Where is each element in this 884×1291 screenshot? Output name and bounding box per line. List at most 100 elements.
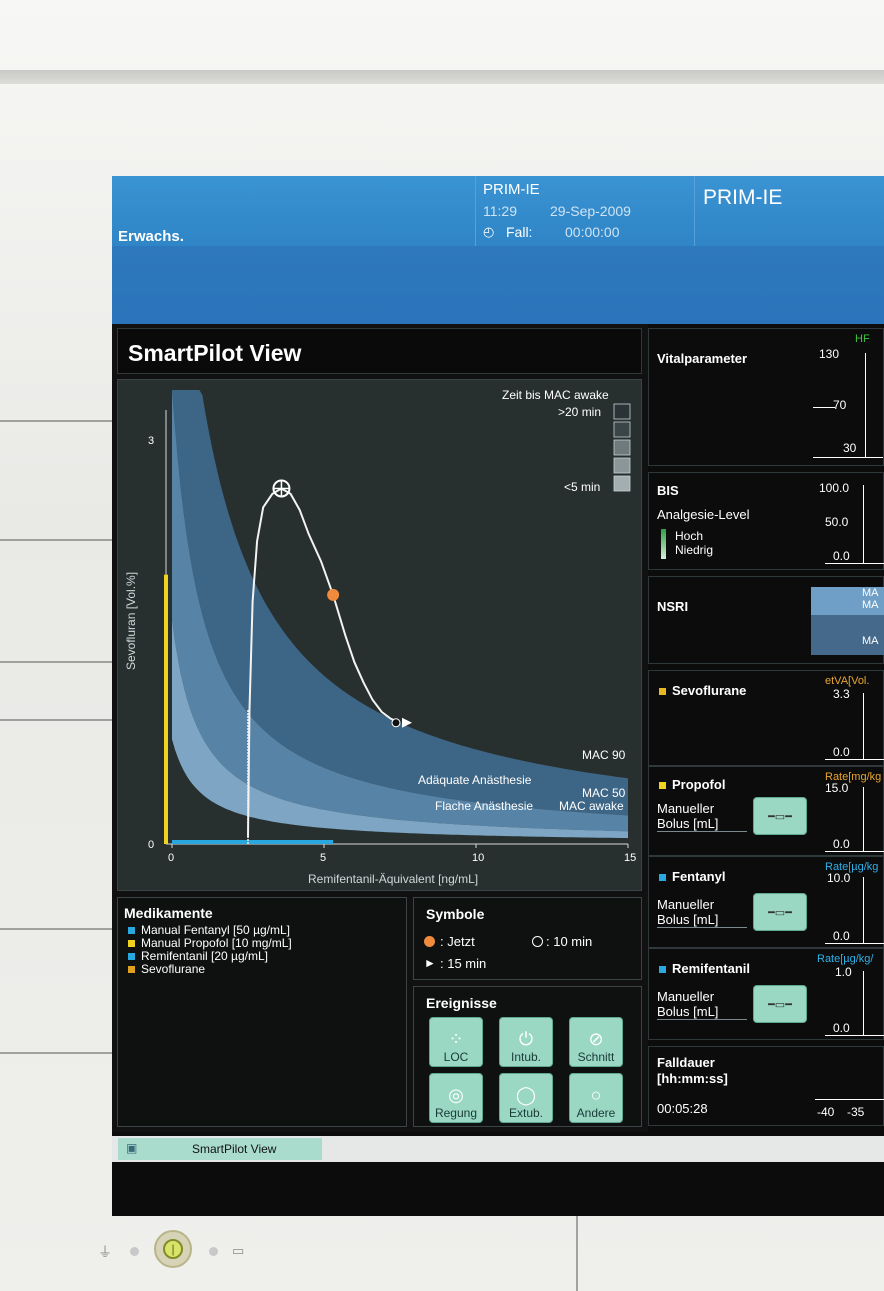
now-dot-icon — [424, 936, 435, 947]
remifentanil-color-icon — [659, 966, 666, 973]
fifteen-min-marker — [391, 717, 412, 728]
propofol-top: 15.0 — [825, 781, 849, 795]
symbol-15min: : 15 min — [440, 956, 487, 971]
y-tick-label: 0 — [148, 839, 154, 851]
window-icon: ▣ — [126, 1141, 138, 1155]
event-loc-label: LOC — [443, 1050, 469, 1064]
legend-top-label: >20 min — [558, 405, 602, 419]
sevoflurane-panel: Sevoflurane etVA[Vol. 3.3 0.0 — [648, 670, 884, 766]
propofol-bottom: 0.0 — [833, 837, 850, 851]
sevoflurane-unit: etVA[Vol. — [825, 675, 870, 687]
event-loc-button[interactable]: ⁘ LOC — [429, 1017, 483, 1067]
power-plug-icon: ⏚ — [98, 1244, 112, 1260]
sevoflurane-baseline — [825, 759, 884, 760]
medikament-label: Sevoflurane — [141, 962, 206, 976]
medikament-color-icon — [128, 953, 135, 960]
symbol-10min: : 10 min — [546, 934, 593, 949]
remifentanil-bottom: 0.0 — [833, 1021, 850, 1035]
remifentanil-bolus-button[interactable]: ━▭━ — [753, 985, 807, 1023]
nsri-label-2: MA — [862, 599, 879, 611]
mac-awake-label: MAC awake — [559, 799, 624, 813]
remifentanil-title-text: Remifentanil — [672, 961, 751, 976]
propofol-bolus-label: Manueller Bolus [mL] — [657, 801, 747, 832]
remifentanil-top: 1.0 — [835, 965, 852, 979]
loc-icon: ⁘ — [448, 1029, 464, 1049]
event-schnitt-label: Schnitt — [577, 1050, 615, 1064]
medikament-label: Remifentanil [20 µg/mL] — [141, 949, 268, 963]
fentanyl-top: 10.0 — [827, 871, 851, 885]
remifentanil-panel: Remifentanil Rate[µg/kg/ 1.0 0.0 Manuell… — [648, 948, 884, 1040]
sevoflurane-axis — [863, 693, 864, 759]
symbole-title: Symbole — [426, 906, 485, 922]
medikamente-list: Manual Fentanyl [50 µg/mL] Manual Propofo… — [128, 924, 292, 976]
symbole-panel: Symbole : Jetzt : 10 min ► : 15 min — [413, 897, 642, 980]
power-icon: | — [163, 1239, 183, 1259]
propofol-bolus-button[interactable]: ━▭━ — [753, 797, 807, 835]
mac-awake-time-legend — [613, 403, 631, 492]
clock-time: 11:29 — [483, 203, 517, 219]
remifentanil-unit: Rate[µg/kg/ — [817, 953, 874, 965]
y-axis-label: Sevofluran [Vol.%] — [124, 571, 138, 670]
andere-icon: ○ — [590, 1085, 602, 1105]
syringe-icon: ━▭━ — [768, 906, 792, 919]
fifteen-min-arrow-icon: ► — [424, 956, 436, 970]
y-tick-label: 3 — [148, 435, 154, 447]
remifentanil-axis — [863, 971, 864, 1035]
medikament-label: Manual Propofol [10 mg/mL] — [141, 936, 292, 950]
event-extub-button[interactable]: ◯ Extub. — [499, 1073, 553, 1123]
medikamente-panel: Medikamente Manual Fentanyl [50 µg/mL] Ma… — [117, 897, 407, 1127]
vitalparameter-title: Vitalparameter — [657, 351, 748, 366]
legend-bottom-label: <5 min — [564, 480, 601, 494]
ten-min-circle-icon — [532, 936, 543, 947]
case-label: Fall: — [506, 224, 533, 240]
event-intub-button[interactable]: ⏻ Intub. — [499, 1017, 553, 1067]
fentanyl-bolus-label: Manueller Bolus [mL] — [657, 897, 747, 928]
legend-square — [613, 421, 631, 438]
header-bar: Erwachs. PRIM-IE 11:29 29-Sep-2009 ◴ Fal… — [112, 176, 884, 324]
case-time: 00:00:00 — [565, 224, 620, 240]
bis-panel: BIS Analgesie-Level Hoch Niedrig 100.0 5… — [648, 472, 884, 570]
x-tick-label: 15 — [624, 852, 636, 864]
ereignisse-title: Ereignisse — [426, 995, 497, 1011]
event-extub-label: Extub. — [508, 1106, 544, 1120]
mac-awake-legend-title: Zeit bis MAC awake — [502, 388, 609, 402]
battery-icon: ▭ — [232, 1243, 245, 1258]
hf-mid-line — [813, 407, 835, 408]
right-column: Vitalparameter HF 130 70 30 BIS Analgesi… — [648, 324, 884, 1132]
event-schnitt-button[interactable]: ⊘ Schnitt — [569, 1017, 623, 1067]
falldauer-title: Falldauer — [657, 1055, 715, 1070]
propofol-axis — [863, 787, 864, 851]
medikament-label: Manual Fentanyl [50 µg/mL] — [141, 923, 290, 937]
date: 29-Sep-2009 — [550, 203, 631, 219]
sevoflurane-bar — [164, 574, 168, 844]
remifentanil-baseline — [825, 1035, 884, 1036]
hf-axis — [865, 353, 866, 457]
propofol-panel: Propofol Rate[mg/kg 15.0 0.0 Manueller B… — [648, 766, 884, 856]
smartpilot-chart-panel: 0 5 10 15 3 0 Zeit bis MAC awake >20 min <5 m… — [117, 379, 642, 891]
event-regung-button[interactable]: ◎ Regung — [429, 1073, 483, 1123]
bis-baseline — [825, 563, 884, 564]
sevoflurane-color-icon — [659, 688, 666, 695]
taskbar-tab-smartpilot[interactable]: ▣ SmartPilot View — [118, 1138, 322, 1160]
event-intub-label: Intub. — [510, 1050, 542, 1064]
medikament-color-icon — [128, 966, 135, 973]
propofol-color-icon — [659, 782, 666, 789]
x-axis-label: Remifentanil-Äquivalent [ng/mL] — [308, 872, 479, 886]
event-andere-button[interactable]: ○ Andere — [569, 1073, 623, 1123]
remifentanil-bolus-label: Manueller Bolus [mL] — [657, 989, 747, 1020]
fentanyl-color-icon — [659, 874, 666, 881]
falldauer-tick-1: -40 — [817, 1105, 835, 1119]
syringe-icon: ━▭━ — [768, 810, 792, 823]
taskbar: ▣ SmartPilot View — [112, 1136, 884, 1162]
fentanyl-panel: Fentanyl Rate[µg/kg 10.0 0.0 Manueller B… — [648, 856, 884, 948]
analgesie-level-bar — [661, 529, 666, 559]
syringe-icon: ━▭━ — [768, 998, 792, 1011]
propofol-baseline — [825, 851, 884, 852]
sevoflurane-title: Sevoflurane — [659, 683, 746, 698]
legend-square — [613, 403, 631, 420]
fentanyl-bolus-button[interactable]: ━▭━ — [753, 893, 807, 931]
analgesie-label: Analgesie-Level — [657, 507, 750, 522]
power-button[interactable]: | — [154, 1230, 192, 1268]
fentanyl-baseline — [825, 943, 884, 944]
event-andere-label: Andere — [576, 1106, 616, 1120]
